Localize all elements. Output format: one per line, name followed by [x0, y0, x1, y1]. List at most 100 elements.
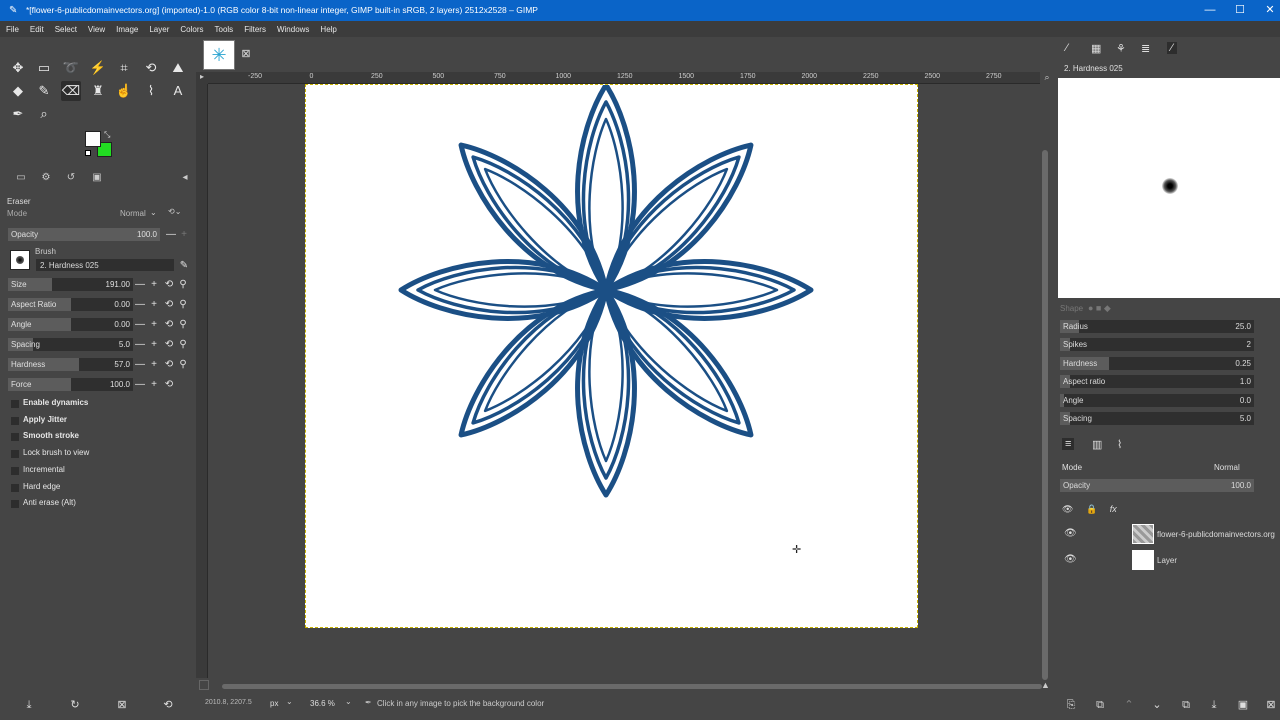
default-colors-icon[interactable]	[85, 150, 91, 156]
duplicate-layer-icon[interactable]: ⧉	[1179, 698, 1193, 712]
brush-param-slider[interactable]: Aspect ratio 1.0	[1060, 375, 1254, 389]
mask-layer-icon[interactable]: ▣	[1236, 698, 1250, 712]
slider-increase-icon[interactable]: +	[148, 338, 160, 351]
merge-layer-icon[interactable]: ⤓	[1207, 698, 1221, 712]
tool-slider[interactable]: Spacing 5.0	[8, 338, 133, 351]
mode-select[interactable]: Normal	[120, 209, 146, 222]
horizontal-scrollbar[interactable]	[222, 684, 1042, 689]
slider-increase-icon[interactable]: +	[148, 378, 160, 391]
slider-reset-icon[interactable]: ⟲	[163, 378, 175, 391]
font-tab-icon[interactable]: ⚘	[1116, 42, 1126, 55]
brush-editor-tab-icon[interactable]: ⁄	[1167, 42, 1177, 54]
menu-image[interactable]: Image	[116, 25, 138, 34]
layer-opacity-slider[interactable]: Opacity 100.0	[1060, 479, 1254, 492]
text-tool-icon[interactable]: A	[168, 81, 188, 101]
lock-icon[interactable]: 🔒	[1086, 504, 1097, 514]
color-picker-tool-icon[interactable]: ✒	[8, 104, 28, 124]
minimize-button[interactable]: —	[1195, 0, 1225, 21]
pattern-tab-icon[interactable]: ▦	[1091, 42, 1101, 55]
image-tab-thumbnail[interactable]: ✳	[203, 40, 235, 70]
brush-param-slider[interactable]: Hardness 0.25	[1060, 356, 1254, 370]
menu-help[interactable]: Help	[320, 25, 336, 34]
lasso-tool-icon[interactable]: ➰	[61, 58, 81, 78]
brush-tab-icon[interactable]: ⁄	[1066, 42, 1068, 54]
delete-tool-preset-icon[interactable]: ⊠	[115, 698, 129, 712]
gradient-tab-icon[interactable]: ≣	[1141, 42, 1150, 55]
opacity-slider[interactable]: Opacity 100.0	[8, 228, 160, 241]
zoom-toggle-icon[interactable]	[199, 680, 209, 690]
eye-icon[interactable]: 👁	[1064, 554, 1077, 565]
menu-colors[interactable]: Colors	[180, 25, 203, 34]
smudge-tool-icon[interactable]: ☝	[114, 81, 134, 101]
menu-filters[interactable]: Filters	[244, 25, 266, 34]
swap-colors-icon[interactable]: ⤡	[104, 130, 110, 140]
close-window-button[interactable]: ✕	[1255, 0, 1280, 21]
zoom-image-icon[interactable]: ⌕	[1041, 72, 1053, 84]
brush-name-field[interactable]: 2. Hardness 025	[36, 259, 174, 271]
navigate-icon[interactable]: ▲	[1041, 680, 1050, 690]
tool-slider[interactable]: Size 191.00	[8, 278, 133, 291]
eye-icon[interactable]: 👁	[1064, 528, 1077, 539]
slider-decrease-icon[interactable]: —	[134, 378, 146, 391]
rect-select-tool-icon[interactable]: ▭	[34, 58, 54, 78]
delete-layer-icon[interactable]: ⊠	[1264, 698, 1278, 712]
configure-tab-icon[interactable]: ◂	[178, 172, 192, 186]
fuzzy-select-tool-icon[interactable]: ⚡	[88, 58, 108, 78]
vertical-scrollbar[interactable]	[1042, 150, 1048, 680]
brush-param-slider[interactable]: Spacing 5.0	[1060, 412, 1254, 425]
transform-tool-icon[interactable]: ⟲	[141, 58, 161, 78]
zoom-tool-icon[interactable]: ⌕	[34, 104, 54, 124]
slider-link-icon[interactable]: ⚲	[177, 338, 189, 351]
tool-options-tab-icon[interactable]: ▭	[14, 172, 28, 186]
maximize-button[interactable]: ☐	[1225, 0, 1255, 21]
slider-increase-icon[interactable]: +	[148, 278, 160, 291]
tool-slider[interactable]: Angle 0.00	[8, 318, 133, 331]
slider-decrease-icon[interactable]: —	[134, 338, 146, 351]
option-checkbox[interactable]	[11, 416, 19, 425]
option-checkbox[interactable]	[11, 400, 19, 408]
opacity-decrease-icon[interactable]: —	[165, 228, 177, 241]
zoom-select[interactable]: 36.6 %	[310, 699, 335, 708]
menu-tools[interactable]: Tools	[215, 25, 234, 34]
images-tab-icon[interactable]: ▣	[90, 172, 104, 186]
restore-tool-preset-icon[interactable]: ↻	[68, 698, 82, 712]
tool-slider[interactable]: Hardness 57.0	[8, 358, 133, 371]
slider-reset-icon[interactable]: ⟲	[163, 298, 175, 311]
tool-slider[interactable]: Force 100.0	[8, 378, 133, 391]
reset-mode-icon[interactable]: ⟲⌄	[168, 207, 181, 220]
paths-tool-icon[interactable]: ⌇	[141, 81, 161, 101]
paintbrush-tool-icon[interactable]: ✎	[34, 81, 54, 101]
new-layer-group-icon[interactable]: ⧉	[1093, 698, 1107, 712]
eraser-tool-icon[interactable]: ⌫	[61, 81, 81, 101]
quick-mask-icon[interactable]: ▸	[196, 72, 208, 84]
edit-brush-icon[interactable]: ✎	[178, 259, 190, 272]
menu-view[interactable]: View	[88, 25, 105, 34]
option-checkbox[interactable]	[11, 433, 19, 442]
warp-tool-icon[interactable]: ⛰	[168, 58, 188, 78]
slider-link-icon[interactable]: ⚲	[177, 278, 189, 291]
slider-decrease-icon[interactable]: —	[134, 298, 146, 311]
slider-increase-icon[interactable]: +	[148, 298, 160, 311]
slider-decrease-icon[interactable]: —	[134, 318, 146, 331]
layers-tab-icon[interactable]: ≡	[1062, 438, 1075, 450]
shape-options-icon[interactable]: ● ■ ◆	[1088, 303, 1111, 314]
menu-edit[interactable]: Edit	[30, 25, 44, 34]
brush-param-slider[interactable]: Radius 25.0	[1060, 320, 1254, 333]
slider-decrease-icon[interactable]: —	[134, 358, 146, 371]
option-checkbox[interactable]	[11, 500, 19, 509]
image-canvas[interactable]: ✛	[305, 82, 918, 628]
option-checkbox[interactable]	[11, 466, 19, 475]
slider-increase-icon[interactable]: +	[148, 318, 160, 331]
layer-row[interactable]: 👁 Layer	[1058, 548, 1280, 572]
slider-reset-icon[interactable]: ⟲	[163, 318, 175, 331]
menu-select[interactable]: Select	[55, 25, 77, 34]
save-tool-preset-icon[interactable]: ⤓	[22, 698, 36, 712]
slider-link-icon[interactable]: ⚲	[177, 318, 189, 331]
paths-tab-icon[interactable]: ⌇	[1117, 438, 1122, 451]
undo-history-tab-icon[interactable]: ↺	[64, 172, 78, 186]
slider-increase-icon[interactable]: +	[148, 358, 160, 371]
unit-select[interactable]: px	[270, 699, 278, 708]
channels-tab-icon[interactable]: ▥	[1092, 438, 1102, 451]
slider-link-icon[interactable]: ⚲	[177, 298, 189, 311]
reset-tool-options-icon[interactable]: ⟲	[161, 698, 175, 712]
